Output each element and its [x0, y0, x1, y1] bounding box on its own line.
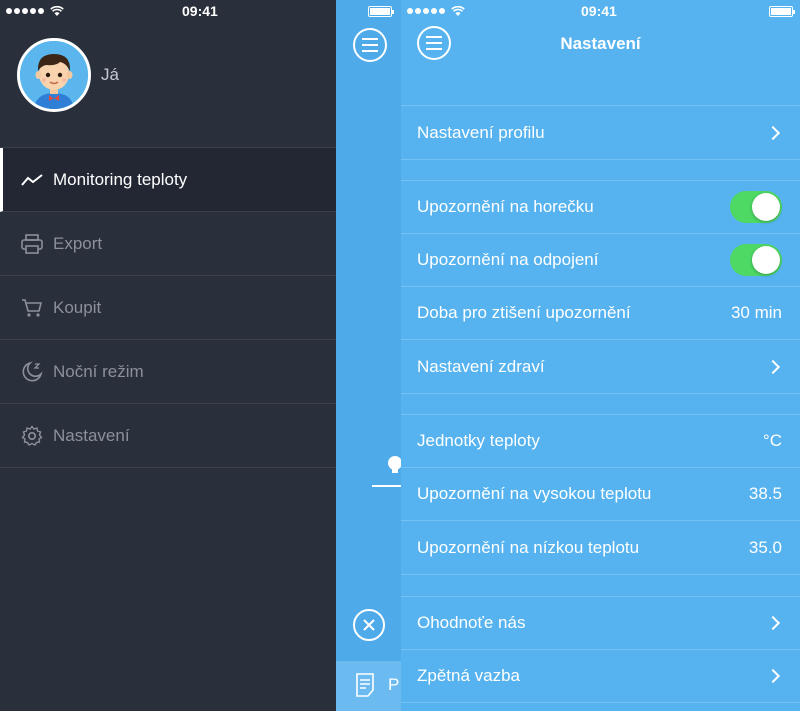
row-label: Doba pro ztišení upozornění: [417, 303, 631, 322]
menu-item-label: Export: [53, 233, 103, 253]
moon-icon: [20, 360, 44, 384]
row-mute-duration[interactable]: Doba pro ztišení upozornění 30 min: [401, 287, 800, 340]
disconnect-alert-toggle[interactable]: [730, 244, 782, 276]
row-label: Jednotky teploty: [417, 431, 540, 450]
row-low-temp-alert[interactable]: Upozornění na nízkou teplotu 35.0: [401, 521, 800, 574]
row-label: Ohodnoťe nás: [417, 613, 526, 632]
signal-icon: [407, 8, 445, 14]
cart-icon: [20, 296, 44, 320]
fever-alert-toggle[interactable]: [730, 191, 782, 223]
menu-item-monitoring[interactable]: Monitoring teploty: [0, 148, 336, 212]
profile-name: Já: [101, 65, 119, 84]
page-title: Nastavení: [560, 34, 641, 53]
row-temp-units[interactable]: Jednotky teploty °C: [401, 415, 800, 468]
row-label: Nastavení profilu: [417, 122, 545, 142]
chart-line-icon: [20, 168, 44, 192]
profile-header[interactable]: Já: [17, 38, 119, 112]
wifi-icon: [451, 5, 465, 16]
toggle-knob: [752, 246, 780, 274]
printer-icon: [20, 232, 44, 256]
row-label: Upozornění na vysokou teplotu: [417, 484, 652, 503]
settings-group-feedback: Ohodnoťe nás Zpětná vazba: [401, 596, 800, 703]
menu-item-label: Noční režim: [53, 361, 144, 381]
hamburger-line: [362, 38, 378, 40]
row-label: Upozornění na nízkou teplotu: [417, 537, 640, 557]
row-label: Zpětná vazba: [417, 666, 521, 685]
settings-group-profile: Nastavení profilu: [401, 105, 800, 160]
menu-item-label: Nastavení: [53, 425, 130, 445]
toggle-knob: [752, 193, 780, 221]
menu-item-buy[interactable]: Koupit: [0, 276, 336, 340]
chevron-right-icon: [765, 359, 781, 374]
boy-avatar-icon: [20, 41, 88, 109]
battery-icon: [769, 6, 795, 17]
underlying-screen-strip: P: [336, 0, 401, 711]
settings-screen: 09:41 Nastavení Nastavení profilu Upozor…: [401, 0, 800, 711]
row-label: Nastavení zdraví: [417, 356, 545, 376]
mute-duration-value: 30 min: [730, 303, 782, 322]
hamburger-line: [362, 44, 378, 46]
avatar: [17, 38, 91, 112]
row-health-settings[interactable]: Nastavení zdraví: [401, 340, 800, 393]
settings-group-alerts: Upozornění na horečku Upozornění na odpo…: [401, 180, 800, 394]
bulb-icon: [388, 456, 401, 473]
row-disconnect-alert: Upozornění na odpojení: [401, 234, 800, 287]
temp-units-value: °C: [762, 431, 782, 450]
signal-icon: [6, 8, 44, 14]
bottom-bar-label: P: [388, 675, 400, 694]
row-profile-settings[interactable]: Nastavení profilu: [401, 106, 800, 159]
row-feedback[interactable]: Zpětná vazba: [401, 650, 800, 703]
row-rate-us[interactable]: Ohodnoťe nás: [401, 597, 800, 650]
battery-icon: [368, 6, 394, 17]
chevron-right-icon: [765, 668, 781, 684]
wifi-icon: [50, 5, 64, 16]
row-high-temp-alert[interactable]: Upozornění na vysokou teplotu 38.5: [401, 468, 800, 521]
close-icon: [363, 619, 375, 631]
drawer-menu: Monitoring teploty Export Koupit Noční r…: [0, 147, 336, 468]
document-icon: [356, 673, 374, 697]
low-temp-value: 35.0: [748, 537, 782, 557]
menu-item-night-mode[interactable]: Noční režim: [0, 340, 336, 404]
row-label: Upozornění na odpojení: [417, 250, 599, 269]
menu-item-settings[interactable]: Nastavení: [0, 404, 336, 468]
row-label: Upozornění na horečku: [417, 197, 594, 216]
row-fever-alert: Upozornění na horečku: [401, 181, 800, 234]
bottom-bar[interactable]: P: [336, 661, 401, 711]
menu-item-export[interactable]: Export: [0, 212, 336, 276]
status-bar-right: [407, 0, 465, 22]
hamburger-line: [362, 50, 378, 52]
menu-item-label: Monitoring teploty: [53, 169, 188, 189]
chevron-right-icon: [765, 615, 781, 631]
status-time: 09:41: [182, 3, 218, 19]
menu-item-label: Koupit: [53, 297, 102, 317]
status-bar-left: [6, 0, 64, 22]
chevron-right-icon: [765, 125, 781, 140]
gear-icon: [20, 424, 44, 448]
divider: [372, 485, 401, 487]
close-button[interactable]: [353, 609, 385, 641]
side-drawer: 09:41 Já Monitoring teploty Export Koupi…: [0, 0, 336, 711]
high-temp-value: 38.5: [748, 484, 782, 503]
menu-button[interactable]: [353, 28, 387, 62]
status-time: 09:41: [581, 3, 617, 19]
settings-group-temperature: Jednotky teploty °C Upozornění na vysoko…: [401, 414, 800, 575]
